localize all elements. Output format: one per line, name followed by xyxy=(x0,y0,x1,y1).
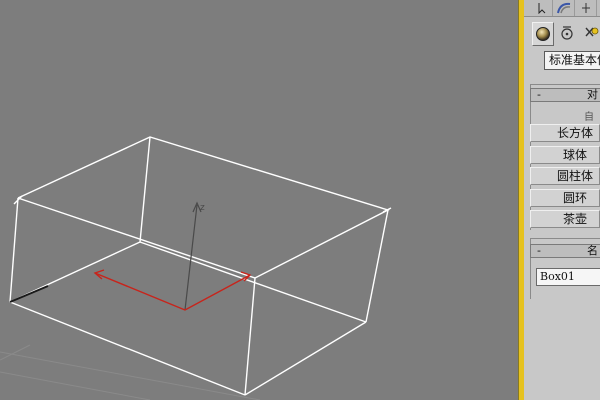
create-subtype-row xyxy=(524,20,600,48)
object-type-rollout-header[interactable]: - 对 xyxy=(530,88,600,102)
box-shadow-edge xyxy=(9,285,49,303)
ground-grid xyxy=(0,344,261,400)
arrow-cursor-icon xyxy=(538,3,546,14)
modify-tab[interactable] xyxy=(554,0,575,16)
teapot-button[interactable]: 茶壶 xyxy=(530,210,600,228)
box-button[interactable]: 长方体 xyxy=(530,124,600,142)
shapes-icon xyxy=(561,26,573,40)
viewport-canvas: z xyxy=(0,136,392,400)
sphere-icon xyxy=(536,27,550,41)
hierarchy-tab[interactable] xyxy=(576,0,597,16)
rollout-collapse-toggle: - xyxy=(537,88,541,101)
rollout-title: 名 xyxy=(587,244,598,257)
x-y-axes[interactable] xyxy=(94,272,251,311)
z-axis-label: z xyxy=(200,203,205,213)
sphere-button[interactable]: 球体 xyxy=(530,146,600,164)
torus-button[interactable]: 圆环 xyxy=(530,189,600,207)
rollout-collapse-toggle: - xyxy=(537,244,541,257)
category-dropdown[interactable]: 标准基本体 xyxy=(544,51,600,70)
shapes-button[interactable] xyxy=(557,22,579,46)
box01-wireframe[interactable] xyxy=(9,136,392,396)
rollout-title: 对 xyxy=(587,88,598,101)
autogrid-label: 自 xyxy=(584,112,594,123)
name-color-rollout-header[interactable]: - 名 xyxy=(530,244,600,258)
light-icon xyxy=(585,27,599,37)
cylinder-button[interactable]: 圆柱体 xyxy=(530,167,600,185)
command-panel: 标准基本体 - 对 自 长方体 球体 圆柱体 圆环 茶壶 - 名 Box01 xyxy=(524,0,600,400)
transform-gizmo[interactable]: z xyxy=(93,201,252,311)
modify-arc-icon xyxy=(557,2,571,14)
command-panel-tabs xyxy=(524,0,600,17)
object-name-field[interactable]: Box01 xyxy=(536,268,600,286)
lights-button[interactable] xyxy=(581,22,600,46)
geometry-button[interactable] xyxy=(532,22,554,46)
hierarchy-icon xyxy=(582,3,590,13)
perspective-viewport[interactable]: z xyxy=(0,0,518,400)
create-tab[interactable] xyxy=(532,0,553,16)
